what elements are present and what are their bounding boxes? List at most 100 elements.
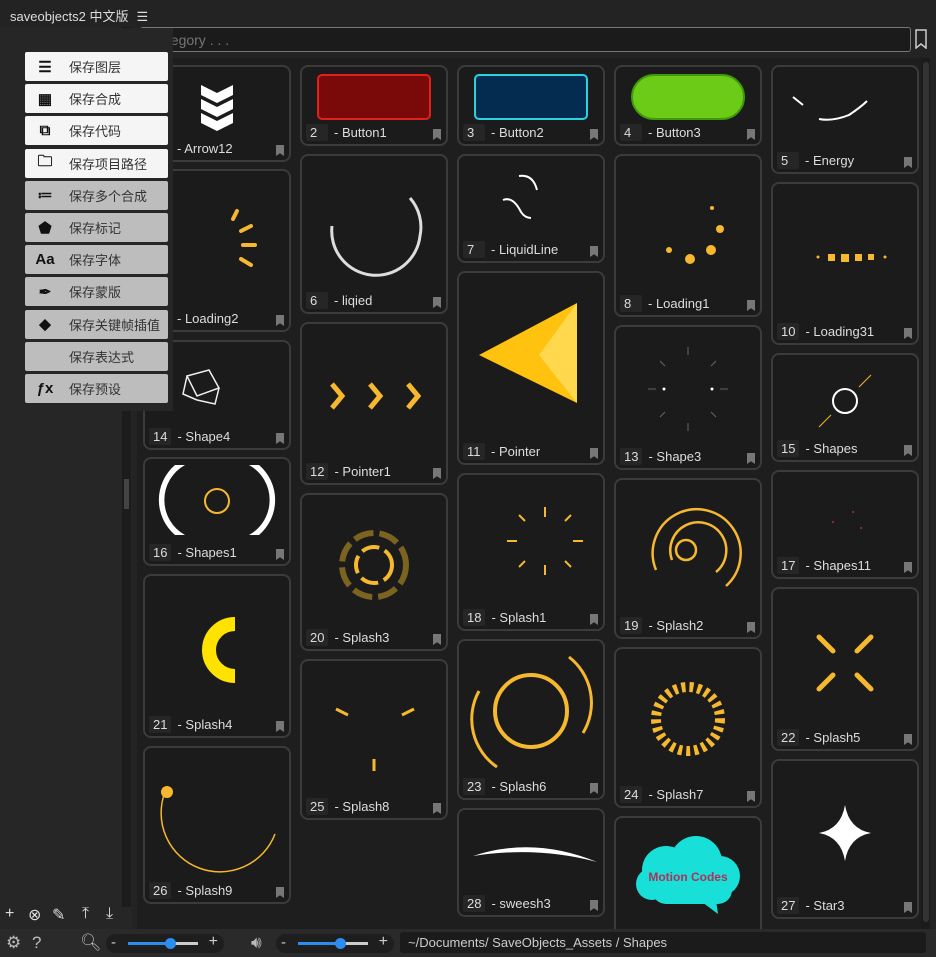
asset-card[interactable]: 6- liqied (300, 154, 448, 314)
menu-item-keyframe[interactable]: ◆ 保存关键帧插值 (25, 309, 168, 339)
menu-item-pen[interactable]: ✒ 保存蒙版 (25, 277, 168, 307)
asset-label: 23- Splash6 (463, 778, 546, 795)
asset-number: 10 (777, 323, 800, 340)
menu-item-layers[interactable]: ☰ 保存图层 (25, 52, 168, 81)
rays-thumbnail-icon (507, 507, 583, 575)
zoom-slider[interactable]: - + (106, 933, 224, 953)
asset-card[interactable]: 24- Splash7 (614, 647, 762, 808)
asset-card[interactable]: 7- LiquidLine (457, 154, 605, 263)
asset-name: Splash1 (499, 610, 547, 625)
menu-item-film[interactable]: ▦ 保存合成 (25, 84, 168, 114)
menu-item-label: 保存蒙版 (69, 285, 122, 301)
asset-label: 15- Shapes (777, 440, 858, 457)
asset-card[interactable]: Motion Codes (614, 816, 762, 929)
dots-thumbnail-icon (666, 206, 724, 264)
asset-card[interactable]: 28- sweesh3 (457, 808, 605, 917)
asset-card[interactable]: 21- Splash4 (143, 574, 291, 738)
save-menu: ☰ 保存图层 ▦ 保存合成 ⧉ 保存代码 🗀︎ 保存项目路径 ≔ 保存多个合成 ⬟ 保存标记 Aa 保存字… (0, 28, 173, 411)
help-icon[interactable]: ? (32, 933, 41, 953)
asset-name: Loading1 (655, 296, 710, 311)
asset-card[interactable]: 2- Button1 (300, 65, 448, 146)
asset-label: 25- Splash8 (306, 798, 389, 815)
sunburst-thumbnail-icon (651, 682, 725, 756)
sidebar-tools: + ⊗ ✎ ⤒ ⤓ (0, 905, 132, 929)
asset-card[interactable]: 5- Energy (771, 65, 919, 174)
bookmark-icon[interactable] (915, 29, 927, 49)
asset-label: 19- Splash2 (620, 617, 703, 634)
rings-thumbnail-icon (339, 530, 409, 600)
asset-name: Loading31 (813, 324, 875, 339)
asset-name: Splash6 (499, 779, 547, 794)
edit-icon[interactable]: ✎ (52, 905, 65, 925)
menu-item-label: 保存代码 (69, 124, 122, 140)
menu-item-list[interactable]: ≔ 保存多个合成 (25, 180, 168, 210)
orbit-thumbnail-icon (160, 786, 276, 873)
add-icon[interactable]: + (5, 905, 14, 923)
asset-card[interactable]: 23- Splash6 (457, 639, 605, 800)
asset-card[interactable]: 26- Splash9 (143, 746, 291, 904)
menu-item-folder[interactable]: 🗀︎ 保存项目路径 (25, 148, 168, 178)
menu-item-label: 保存预设 (69, 382, 122, 397)
asset-label: 10- Loading31 (777, 323, 874, 340)
asset-name: Star3 (813, 898, 845, 913)
asset-label: 8- Loading1 (620, 295, 709, 312)
asset-number: 22 (777, 729, 800, 746)
asset-card[interactable]: 13- Shape3 (614, 325, 762, 470)
asset-name: Shape4 (185, 429, 231, 444)
asset-card[interactable]: 19- Splash2 (614, 478, 762, 639)
hamburger-icon[interactable]: ☰ (137, 9, 149, 24)
asset-name: Splash3 (342, 630, 390, 645)
asset-number: 5 (777, 152, 799, 169)
layers-icon: ☰ (38, 58, 52, 76)
menu-item-fx[interactable]: ƒx 保存预设 (25, 374, 168, 403)
menu-item-label: 保存多个合成 (69, 188, 148, 204)
menu-item-code[interactable]: 保存表达式 (25, 341, 168, 371)
asset-card[interactable]: 15- Shapes (771, 353, 919, 462)
grid-scrollbar[interactable] (921, 58, 930, 929)
asset-label: 18- Splash1 (463, 609, 546, 626)
asset-name: Splash8 (342, 799, 390, 814)
asset-label: 14- Shape4 (149, 428, 230, 445)
menu-item-label: 保存关键帧插值 (69, 317, 161, 333)
asset-label: 21- Splash4 (149, 716, 232, 733)
asset-card[interactable]: 4- Button3 (614, 65, 762, 146)
asset-name: Splash4 (185, 717, 233, 732)
asset-number: 18 (463, 609, 486, 626)
asset-number: 7 (463, 241, 485, 258)
asset-number: 23 (463, 778, 486, 795)
asset-card[interactable]: 10- Loading31 (771, 182, 919, 345)
asset-number: 28 (463, 895, 486, 912)
asset-name: Shapes (813, 441, 858, 456)
squares-thumbnail-icon (816, 254, 887, 262)
menu-item-font[interactable]: Aa 保存字体 (25, 245, 168, 275)
asset-number: 26 (149, 882, 172, 899)
asset-card[interactable]: 27- Star3 (771, 759, 919, 919)
asset-card[interactable]: 16- Shapes1 (143, 457, 291, 566)
search-input[interactable] (140, 27, 911, 52)
menu-item-marker[interactable]: ⬟ 保存标记 (25, 213, 168, 242)
asset-card[interactable]: 8- Loading1 (614, 154, 762, 317)
marker-icon: ⬟ (38, 219, 52, 237)
menu-item-label: 保存图层 (69, 60, 122, 75)
asset-card[interactable]: 18- Splash1 (457, 473, 605, 631)
zoom-icon: 🔍︎ (80, 933, 102, 952)
gear-icon[interactable]: ⚙ (6, 933, 21, 953)
asset-card[interactable]: 25- Splash8 (300, 659, 448, 820)
asset-label: 26- Splash9 (149, 882, 232, 899)
pointer-thumbnail-icon (479, 303, 577, 403)
asset-card[interactable]: 3- Button2 (457, 65, 605, 146)
remove-icon[interactable]: ⊗ (28, 905, 41, 925)
asset-card[interactable]: 22- Splash5 (771, 587, 919, 751)
menu-item-code-window[interactable]: ⧉ 保存代码 (25, 116, 168, 146)
asset-card[interactable]: 12- Pointer1 (300, 322, 448, 485)
asset-card[interactable]: 20- Splash3 (300, 493, 448, 651)
code-window-icon: ⧉ (39, 122, 51, 140)
export-icon[interactable]: ⤒ (82, 905, 89, 923)
asset-card[interactable]: 11- Pointer (457, 271, 605, 465)
volume-slider[interactable]: - + (276, 933, 394, 953)
asset-name: Energy (812, 153, 855, 168)
asset-card[interactable]: 17- Shapes11 (771, 470, 919, 579)
import-icon[interactable]: ⤓ (106, 905, 113, 923)
asset-label: 12- Pointer1 (306, 463, 391, 480)
film-icon: ▦ (37, 90, 53, 108)
